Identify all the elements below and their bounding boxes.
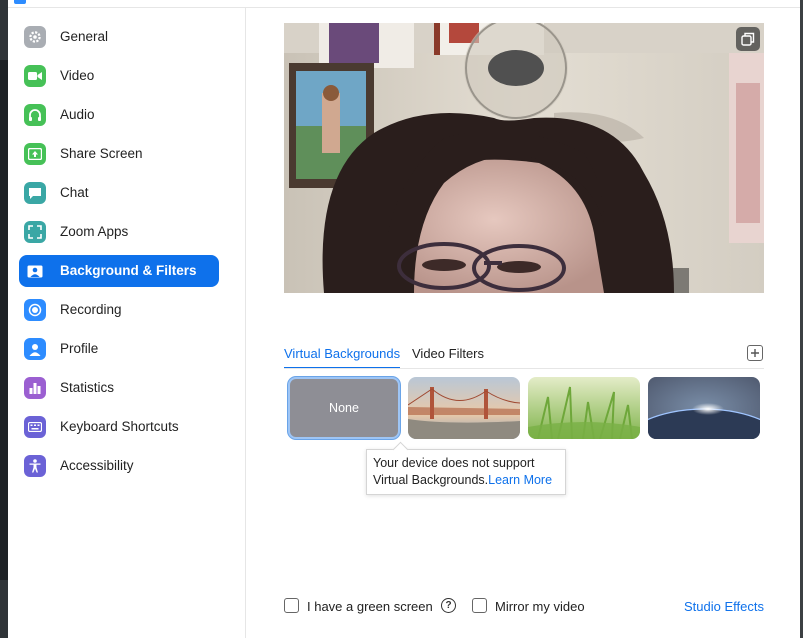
tooltip-line-1: Your device does not support: [373, 456, 535, 470]
profile-person-icon: [24, 338, 46, 360]
add-background-button[interactable]: [747, 345, 763, 361]
sidebar-item-label: Keyboard Shortcuts: [60, 419, 179, 434]
headphones-icon: [24, 104, 46, 126]
studio-effects-link[interactable]: Studio Effects: [684, 599, 764, 614]
sidebar-item-label: Profile: [60, 341, 99, 356]
none-label: None: [329, 401, 359, 415]
earth-space-thumbnail: [648, 377, 760, 439]
grass-thumbnail: [528, 377, 640, 439]
sidebar-item-chat[interactable]: Chat: [19, 177, 219, 209]
sidebar-item-label: Share Screen: [60, 146, 143, 161]
background-grass-option[interactable]: [528, 377, 640, 439]
tab-video-filters[interactable]: Video Filters: [412, 346, 484, 361]
settings-footer: I have a green screen ? Mirror my video …: [284, 597, 764, 617]
settings-sidebar: General Video Audio Share Screen Chat Zo…: [8, 8, 246, 638]
help-question-icon[interactable]: ?: [441, 598, 456, 613]
learn-more-link[interactable]: Learn More: [488, 473, 552, 487]
chat-bubble-icon: [24, 182, 46, 204]
background-filters-panel: Virtual Backgrounds Video Filters None Y…: [247, 8, 800, 638]
background-golden-gate-option[interactable]: [408, 377, 520, 439]
sidebar-item-zoom-apps[interactable]: Zoom Apps: [19, 216, 219, 248]
sidebar-item-label: Audio: [60, 107, 95, 122]
gear-icon: [24, 26, 46, 48]
plus-icon: [751, 349, 759, 357]
golden-gate-thumbnail: [408, 377, 520, 439]
sidebar-item-recording[interactable]: Recording: [19, 294, 219, 326]
sidebar-item-video[interactable]: Video: [19, 60, 219, 92]
zoom-apps-icon: [24, 221, 46, 243]
sidebar-item-label: Statistics: [60, 380, 115, 395]
copy-frame-icon: [741, 32, 755, 46]
sidebar-item-share-screen[interactable]: Share Screen: [19, 138, 219, 170]
sidebar-item-accessibility[interactable]: Accessibility: [19, 450, 219, 482]
sidebar-item-statistics[interactable]: Statistics: [19, 372, 219, 404]
green-screen-checkbox[interactable]: [284, 598, 299, 613]
video-preview: [284, 23, 764, 293]
accessibility-icon: [24, 455, 46, 477]
background-person-icon: [24, 260, 46, 282]
bar-chart-icon: [24, 377, 46, 399]
sidebar-item-label: Chat: [60, 185, 89, 200]
sidebar-item-general[interactable]: General: [19, 21, 219, 53]
sidebar-item-label: General: [60, 29, 109, 44]
sidebar-item-profile[interactable]: Profile: [19, 333, 219, 365]
sidebar-item-label: Video: [60, 68, 95, 83]
sidebar-item-background-filters[interactable]: Background & Filters: [19, 255, 219, 287]
record-icon: [24, 299, 46, 321]
sidebar-item-label: Recording: [60, 302, 122, 317]
mirror-video-label: Mirror my video: [495, 599, 585, 614]
camera-feed-image: [284, 23, 764, 293]
app-icon: [14, 0, 26, 4]
title-bar: [8, 0, 803, 8]
sidebar-item-keyboard-shortcuts[interactable]: Keyboard Shortcuts: [19, 411, 219, 443]
video-camera-icon: [24, 65, 46, 87]
background-window-edge: [0, 0, 8, 638]
mirror-video-checkbox[interactable]: [472, 598, 487, 613]
tooltip-message: Virtual Backgrounds.: [373, 473, 489, 487]
switch-camera-button[interactable]: [736, 27, 760, 51]
sidebar-item-audio[interactable]: Audio: [19, 99, 219, 131]
background-none-option[interactable]: None: [288, 377, 400, 439]
tabs-divider: [284, 368, 764, 369]
background-earth-option[interactable]: [648, 377, 760, 439]
sidebar-item-label: Background & Filters: [60, 263, 197, 278]
tab-virtual-backgrounds[interactable]: Virtual Backgrounds: [284, 346, 400, 361]
keyboard-icon: [24, 416, 46, 438]
sidebar-item-label: Zoom Apps: [60, 224, 129, 239]
share-screen-icon: [24, 143, 46, 165]
green-screen-label: I have a green screen: [307, 599, 433, 614]
sidebar-item-label: Accessibility: [60, 458, 134, 473]
unsupported-tooltip: Your device does not support Virtual Bac…: [366, 449, 566, 495]
tooltip-line-2: Virtual Backgrounds.Learn More: [373, 472, 559, 489]
